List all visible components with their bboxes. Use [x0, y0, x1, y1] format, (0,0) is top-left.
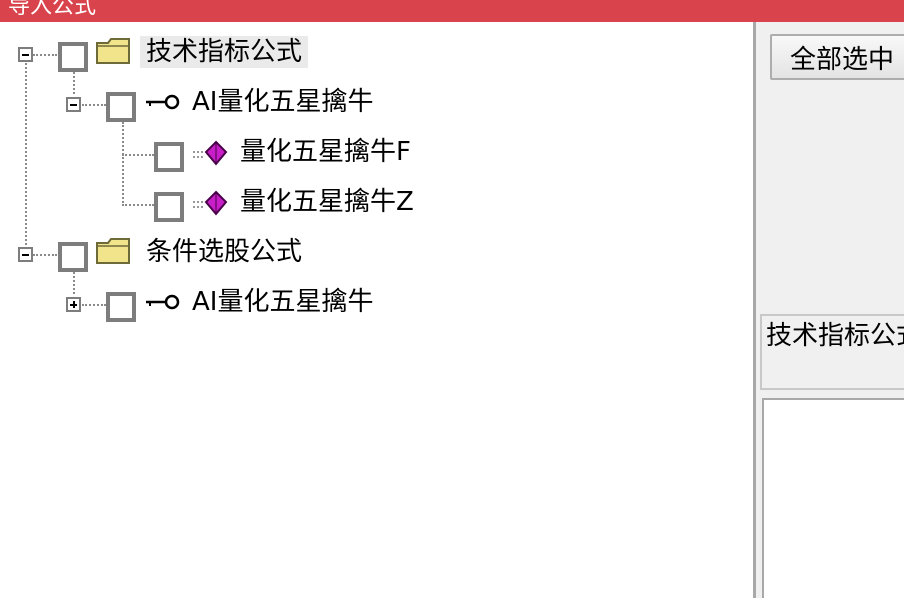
tree-checkbox[interactable]: [58, 42, 88, 72]
tree-node-label[interactable]: 量化五星擒牛Z: [240, 186, 414, 218]
tree-node-label[interactable]: 条件选股公式: [146, 236, 302, 268]
gem-icon: [193, 140, 228, 166]
gem-icon: [193, 190, 228, 216]
tree-line: [25, 56, 27, 256]
tree-line: [73, 272, 75, 294]
tree-checkbox[interactable]: [154, 192, 184, 222]
tree-checkbox[interactable]: [58, 242, 88, 272]
select-all-button[interactable]: 全部选中: [770, 34, 904, 80]
folder-icon: [96, 38, 130, 64]
tree-expander[interactable]: [66, 97, 81, 112]
tree-line: [82, 104, 106, 106]
tree-node-label[interactable]: 技术指标公式: [140, 36, 309, 68]
tree-node-label[interactable]: AI量化五星擒牛: [192, 86, 373, 118]
window-title: 导入公式: [8, 0, 97, 19]
tree-checkbox[interactable]: [106, 92, 136, 122]
folder-icon: [96, 238, 130, 264]
tree-node-label[interactable]: 量化五星擒牛F: [240, 136, 411, 168]
category-text: 技术指标公式: [766, 321, 904, 351]
tree-line: [122, 122, 124, 206]
category-group: 技术指标公式: [760, 314, 904, 390]
title-bar: 导入公式: [0, 0, 904, 22]
tree-expander[interactable]: [66, 297, 81, 312]
tree-expander[interactable]: [18, 247, 33, 262]
formula-tree[interactable]: 技术指标公式 AI量化五星擒牛 量化五星擒牛F 量化五星擒牛Z 条件选股公式 A…: [0, 22, 756, 598]
description-box[interactable]: [762, 398, 904, 598]
key-icon: [146, 294, 180, 310]
key-icon: [146, 94, 180, 110]
tree-expander[interactable]: [18, 47, 33, 62]
tree-checkbox[interactable]: [106, 292, 136, 322]
tree-line: [122, 154, 154, 156]
tree-line: [122, 204, 154, 206]
tree-line: [33, 254, 57, 256]
tree-line: [73, 72, 75, 94]
right-panel: 全部选中 技术指标公式: [756, 22, 904, 598]
tree-checkbox[interactable]: [154, 142, 184, 172]
tree-line: [82, 304, 106, 306]
tree-node-label[interactable]: AI量化五星擒牛: [192, 286, 373, 318]
tree-line: [33, 54, 57, 56]
